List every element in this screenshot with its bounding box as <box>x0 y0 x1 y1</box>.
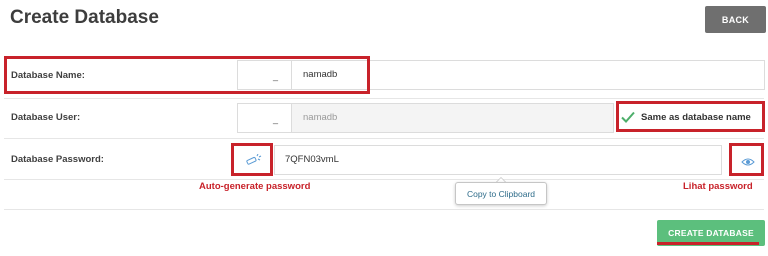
autogen-annotation: Auto-generate password <box>199 181 311 192</box>
highlight-box <box>4 56 370 94</box>
row-divider <box>4 98 764 99</box>
highlight-underline <box>657 242 759 245</box>
database-user-input: namadb <box>291 103 614 133</box>
highlight-box <box>729 143 764 176</box>
row-divider <box>4 138 764 139</box>
back-button[interactable]: BACK <box>705 6 766 33</box>
show-password-annotation: Lihat password <box>683 181 753 192</box>
highlight-box <box>231 143 273 176</box>
prefix-text: _ <box>273 114 279 124</box>
database-user-label: Database User: <box>11 112 81 123</box>
page-title: Create Database <box>10 7 159 28</box>
row-divider <box>4 209 764 210</box>
database-user-prefix: _ <box>237 103 292 133</box>
copy-tooltip[interactable]: Copy to Clipboard <box>455 182 547 205</box>
highlight-box <box>616 101 765 132</box>
database-password-label: Database Password: <box>11 154 104 165</box>
database-password-input[interactable]: 7QFN03vmL <box>274 145 722 175</box>
row-divider <box>4 179 764 180</box>
